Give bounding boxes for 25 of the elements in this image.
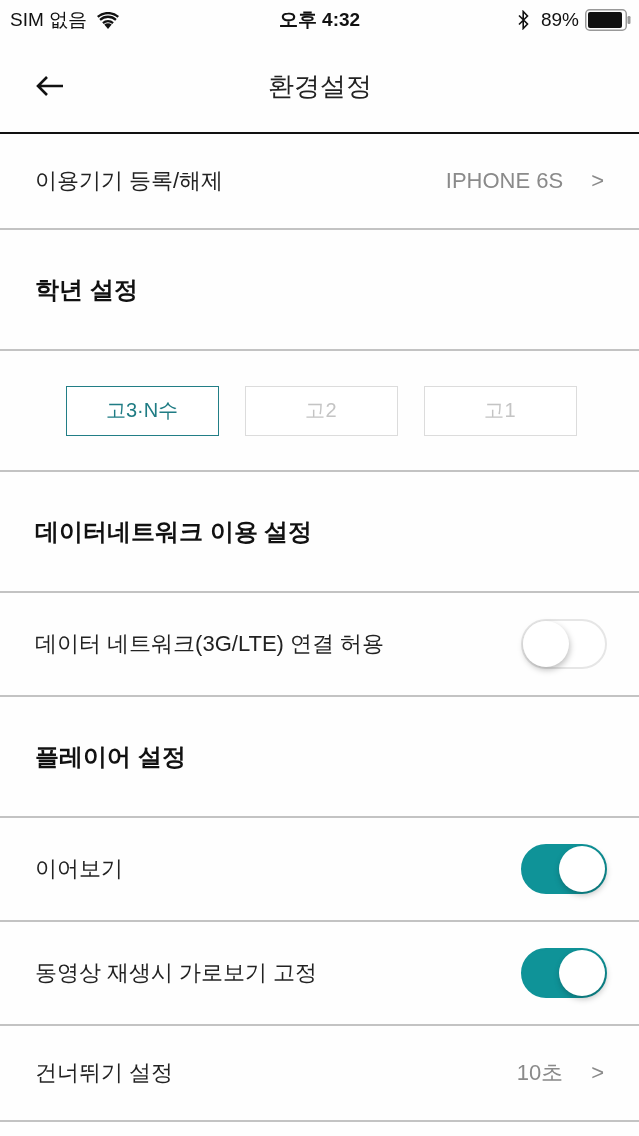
row-label: 데이터 네트워크(3G/LTE) 연결 허용 xyxy=(35,630,385,658)
bluetooth-icon xyxy=(517,10,529,30)
battery-icon xyxy=(585,9,631,31)
section-header: 플레이어 설정 xyxy=(35,741,186,772)
section-header: 학년 설정 xyxy=(35,274,138,305)
row-value: IPHONE 6S xyxy=(445,168,564,194)
back-arrow-icon xyxy=(36,75,64,97)
settings-row[interactable]: 건너뛰기 설정 10초 > xyxy=(0,1026,639,1122)
clock-time: 오후 4:32 xyxy=(278,8,361,32)
chevron: > xyxy=(591,1060,604,1086)
section-header: 데이터네트워크 이용 설정 xyxy=(35,516,313,547)
toggle-switch[interactable] xyxy=(521,948,607,998)
row-value: 10초 xyxy=(516,1059,564,1087)
grade-option-button[interactable]: 고3·N수 xyxy=(65,385,219,436)
page-title: 환경설정 xyxy=(267,69,372,103)
row-label: 동영상 재생시 가로보기 고정 xyxy=(35,959,318,987)
row-label: 건너뛰기 설정 xyxy=(35,1059,174,1087)
wifi-icon xyxy=(97,11,120,29)
settings-row[interactable]: 이용기기 등록/해제 IPHONE 6S > xyxy=(0,134,639,230)
row-label: 이어보기 xyxy=(35,855,123,883)
battery-percent: 89% xyxy=(540,9,579,31)
chevron: > xyxy=(591,168,604,194)
row-label: 이용기기 등록/해제 xyxy=(35,167,224,195)
carrier-text: SIM 없음 xyxy=(10,8,88,32)
toggle-switch[interactable] xyxy=(521,844,607,894)
